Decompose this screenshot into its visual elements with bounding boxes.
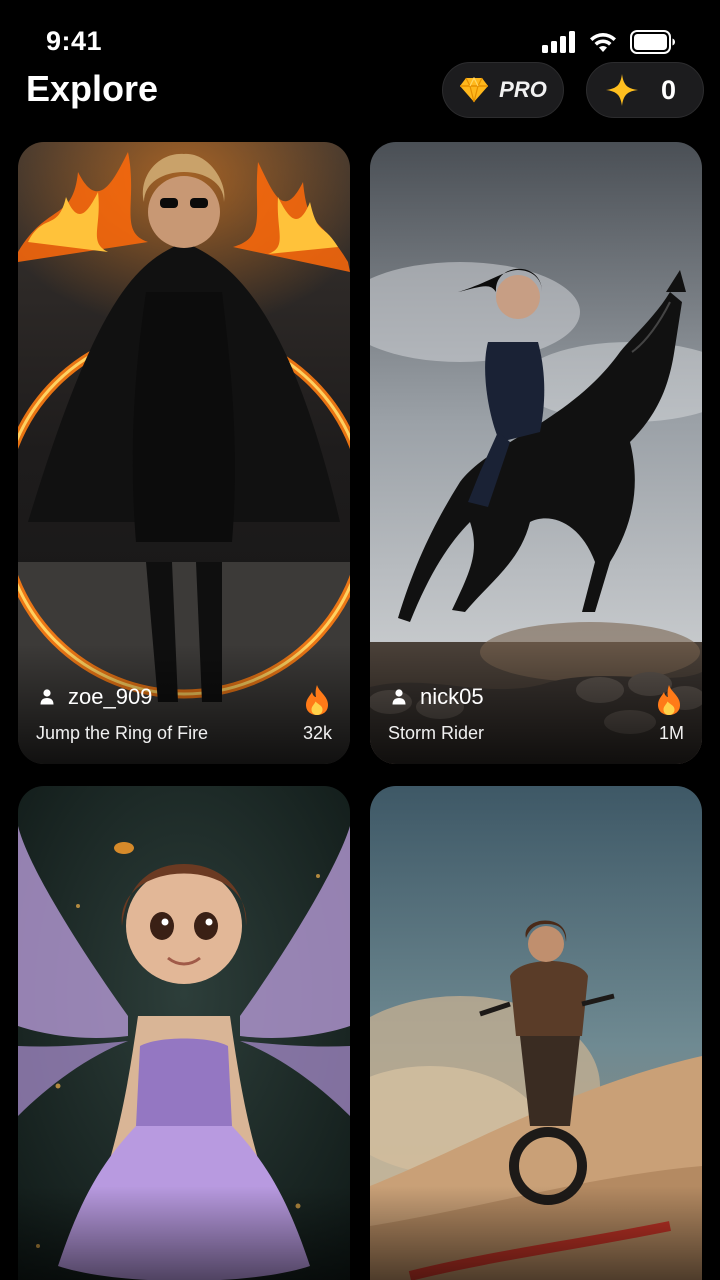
pro-button[interactable]: PRO bbox=[442, 62, 564, 118]
fire-icon bbox=[658, 685, 680, 715]
credit-count: 0 bbox=[661, 74, 677, 105]
card-user[interactable]: zoe_909 bbox=[40, 684, 152, 710]
card-username: nick05 bbox=[420, 684, 484, 709]
video-card[interactable]: zoe_909 Jump the Ring of Fire 32k bbox=[18, 142, 350, 764]
wifi-icon bbox=[590, 33, 616, 52]
diamond-icon bbox=[460, 77, 489, 103]
fire-icon bbox=[306, 685, 328, 715]
card-like-count: 32k bbox=[302, 723, 332, 743]
card-title: Jump the Ring of Fire bbox=[36, 723, 209, 743]
card-user[interactable]: nick05 bbox=[392, 684, 484, 710]
status-time: 9:41 bbox=[46, 26, 103, 56]
card-username: zoe_909 bbox=[68, 684, 153, 709]
video-card[interactable] bbox=[370, 786, 702, 1280]
credits-button[interactable]: 0 bbox=[586, 62, 704, 118]
person-icon bbox=[392, 689, 406, 705]
battery-icon bbox=[630, 30, 675, 54]
header: Explore PRO 0 bbox=[0, 62, 720, 122]
status-icons bbox=[542, 30, 676, 54]
person-icon bbox=[40, 689, 54, 705]
status-bar: 9:41 bbox=[0, 0, 720, 70]
card-overlay bbox=[18, 1186, 350, 1280]
page-title: Explore bbox=[26, 68, 159, 109]
cellular-signal-icon bbox=[542, 31, 575, 53]
card-title: Storm Rider bbox=[388, 723, 485, 743]
video-card[interactable] bbox=[18, 786, 350, 1280]
video-card[interactable]: nick05 Storm Rider 1M bbox=[370, 142, 702, 764]
card-like-count: 1M bbox=[658, 723, 684, 743]
sparkle-icon bbox=[606, 74, 638, 106]
card-overlay bbox=[370, 1186, 702, 1280]
pro-label: PRO bbox=[499, 77, 547, 102]
